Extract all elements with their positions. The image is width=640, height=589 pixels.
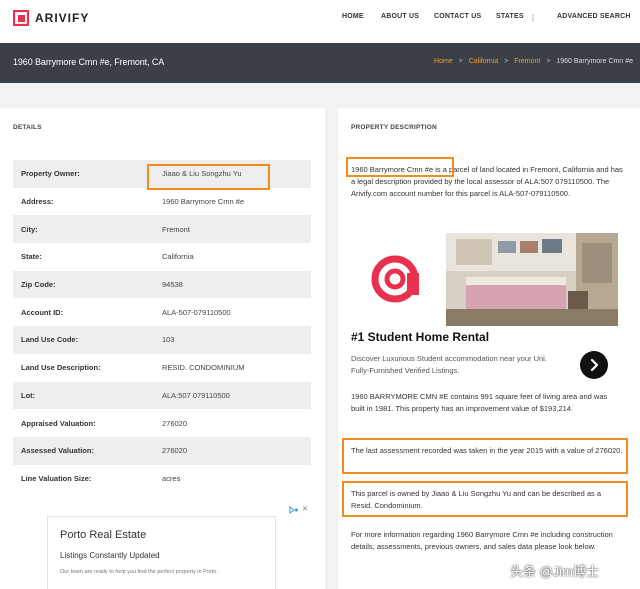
detail-label: City: [13, 215, 156, 244]
detail-label: Lot: [13, 381, 156, 410]
breadcrumb-home[interactable]: Home [434, 58, 453, 65]
ad-subtitle: Discover Luxurious Student accommodation… [351, 354, 547, 375]
details-table: Property Owner: Jiaao & Liu Songzhu Yu Add… [13, 160, 311, 492]
detail-label: Property Owner: [13, 160, 156, 188]
detail-label: Line Valuation Size: [21, 473, 92, 483]
ad-title[interactable]: #1 Student Home Rental [351, 330, 489, 344]
table-row: Lot: ALA:507 079110500 [13, 381, 311, 410]
breadcrumb-separator: > [458, 58, 463, 65]
ad-student-home-rental[interactable]: #1 Student Home Rental Discover Luxuriou… [351, 233, 618, 386]
breadcrumb: Home > California > Fremont > 1960 Barry… [434, 58, 633, 65]
nav-advanced-search[interactable]: ADVANCED SEARCH [557, 13, 631, 20]
detail-value: 1960 Barrymore Cmn #e [162, 197, 245, 207]
table-row: Assessed Valuation: 276020 [13, 436, 311, 465]
detail-label: Account ID: [21, 307, 64, 317]
page-title: 1960 Barrymore Cmn #e, Fremont, CA [13, 57, 165, 67]
description-building: 1960 BARRYMORE CMN #E contains 991 squar… [351, 392, 608, 413]
page-title-bar: 1960 Barrymore Cmn #e, Fremont, CA Home … [0, 43, 640, 83]
detail-label: Address: [21, 197, 54, 207]
detail-value: 94538 [156, 270, 311, 299]
breadcrumb-fremont[interactable]: Fremont [514, 58, 540, 65]
ad-bedroom-photo [446, 233, 618, 326]
table-row: Zip Code: 94538 [13, 270, 311, 299]
owner-description-highlight-box [342, 481, 628, 517]
details-panel: DETAILS Property Owner: Jiaao & Liu Songz… [0, 108, 325, 589]
detail-value: RESID. CONDOMINIUM [162, 363, 245, 373]
nav-divider: | [532, 13, 535, 22]
detail-label: Land Use Code: [13, 326, 156, 354]
ad-choices-icon[interactable] [289, 506, 299, 516]
main-nav: HOME ABOUT US CONTACT US STATES ADVANCED… [0, 13, 640, 25]
detail-value: California [162, 252, 194, 262]
table-row: City: Fremont [13, 215, 311, 244]
ad-logo-image [351, 233, 444, 326]
breadcrumb-separator: > [504, 58, 509, 65]
detail-value: Fremont [156, 215, 311, 244]
owner-highlight-box [147, 164, 270, 190]
detail-label: Assessed Valuation: [13, 436, 156, 465]
ad-title[interactable]: Porto Real Estate [60, 529, 146, 541]
ad-subtitle: Listings Constantly Updated [60, 551, 160, 560]
detail-value: ALA:507 079110500 [156, 381, 311, 410]
detail-label: State: [21, 252, 42, 262]
details-heading: DETAILS [13, 124, 42, 131]
detail-value: ALA-507-079110500 [162, 307, 231, 317]
table-row: State: California [13, 243, 311, 271]
top-navbar: ARIVIFY HOME ABOUT US CONTACT US STATES … [0, 0, 640, 43]
table-row: Line Valuation Size: acres [13, 465, 311, 493]
description-more-info: For more information regarding 1960 Barr… [351, 530, 613, 551]
ad-porto-real-estate[interactable]: Porto Real Estate Listings Constantly Up… [47, 516, 276, 589]
detail-value: acres [162, 473, 181, 483]
ad-description: Our team are ready to help you find the … [60, 569, 218, 575]
watermark: 头条 @Jim博士 [510, 564, 600, 579]
table-row: Account ID: ALA-507-079110500 [13, 298, 311, 326]
property-description-panel: PROPERTY DESCRIPTION 1960 Barrymore Cmn … [338, 108, 640, 589]
address-highlight-box [346, 157, 454, 177]
breadcrumb-california[interactable]: California [469, 58, 499, 65]
detail-label: Appraised Valuation: [21, 418, 96, 428]
nav-states[interactable]: STATES [496, 13, 524, 20]
detail-label: Land Use Description: [21, 363, 101, 373]
detail-label: Zip Code: [13, 270, 156, 299]
breadcrumb-separator: > [546, 58, 551, 65]
detail-value: 103 [156, 326, 311, 354]
nav-home[interactable]: HOME [342, 13, 364, 20]
detail-value: 276020 [162, 418, 188, 428]
nav-contact-us[interactable]: CONTACT US [434, 13, 481, 20]
assessment-highlight-box [342, 438, 628, 474]
table-row: Land Use Code: 103 [13, 326, 311, 354]
table-row: Land Use Description: RESID. CONDOMINIUM [13, 354, 311, 382]
ad-close-icon[interactable]: ✕ [302, 505, 308, 513]
description-heading: PROPERTY DESCRIPTION [351, 124, 437, 131]
chevron-right-icon[interactable] [580, 351, 608, 379]
detail-value: 276020 [156, 436, 311, 465]
nav-about-us[interactable]: ABOUT US [381, 13, 419, 20]
breadcrumb-current: 1960 Barrymore Cmn #e [556, 58, 633, 65]
table-row: Appraised Valuation: 276020 [13, 409, 311, 437]
table-row: Address: 1960 Barrymore Cmn #e [13, 188, 311, 216]
